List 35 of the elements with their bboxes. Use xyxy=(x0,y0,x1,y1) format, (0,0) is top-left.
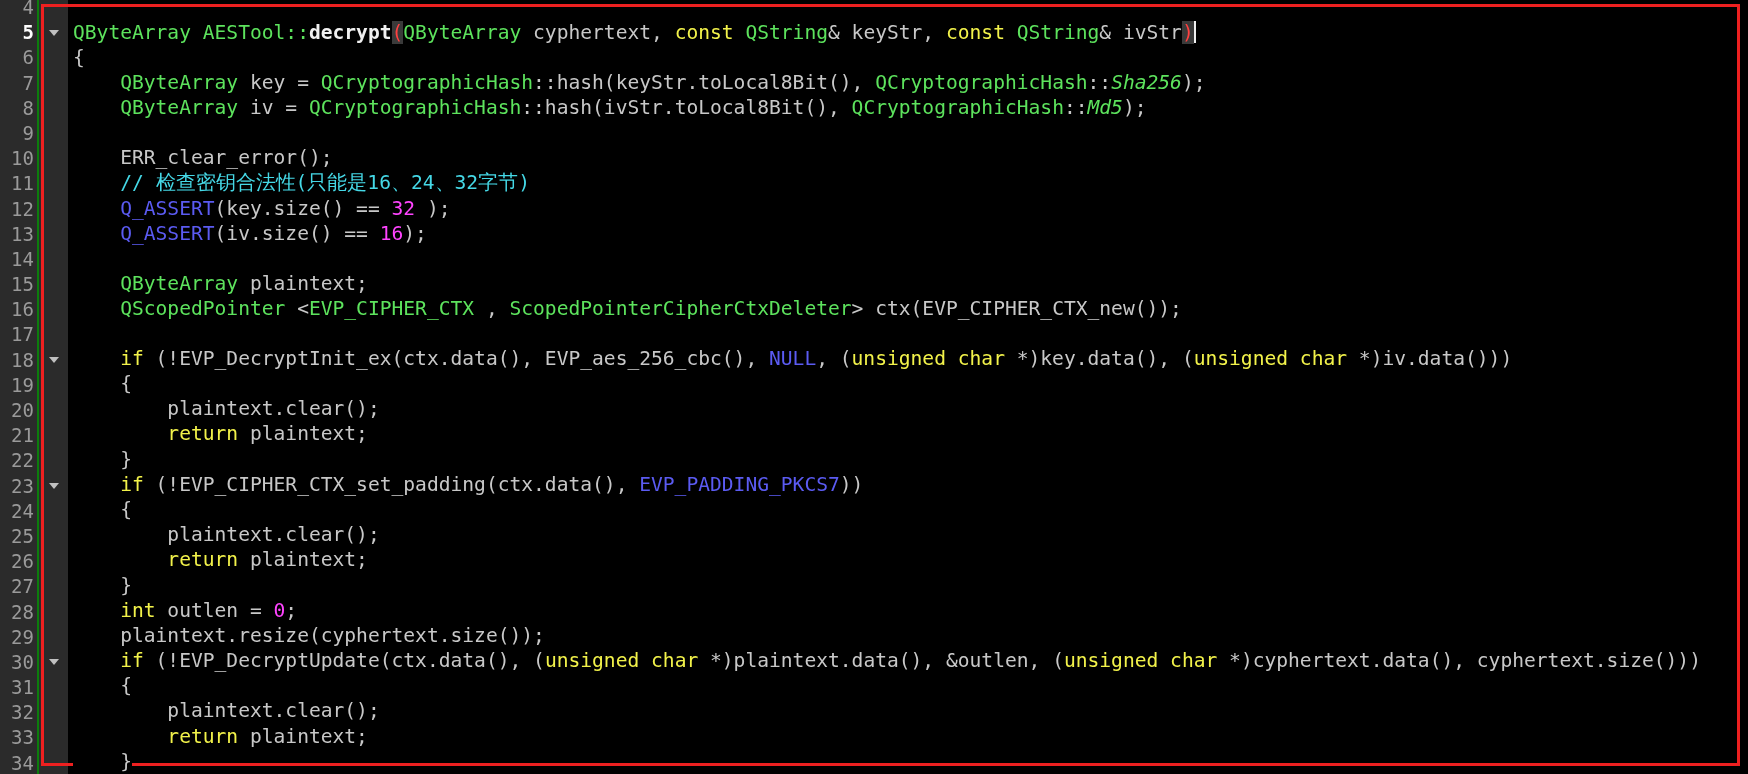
line-number: 26 xyxy=(10,549,35,575)
fold-arrow-icon[interactable] xyxy=(48,483,59,490)
fold-arrow-icon[interactable] xyxy=(48,357,59,364)
line-number: 19 xyxy=(10,372,35,398)
line-number: 30 xyxy=(10,649,35,675)
line-number: 20 xyxy=(10,398,35,423)
line-number: 15 xyxy=(10,272,35,298)
fold-arrow-icon[interactable] xyxy=(48,659,59,666)
fold-arrow-icon[interactable] xyxy=(48,29,59,36)
line-number: 4 xyxy=(21,0,35,20)
line-number: 18 xyxy=(10,347,35,373)
line-number: 31 xyxy=(10,675,35,701)
line-number: 16 xyxy=(10,297,35,323)
line-number: 13 xyxy=(10,221,35,247)
line-number: 7 xyxy=(21,70,35,96)
line-number: 12 xyxy=(10,196,35,222)
line-number: 25 xyxy=(10,523,35,549)
line-number: 22 xyxy=(10,448,35,474)
line-number: 6 xyxy=(21,45,35,71)
line-number: 27 xyxy=(10,574,35,600)
line-number: 8 xyxy=(21,95,35,121)
line-number: 11 xyxy=(10,171,35,197)
line-number: 32 xyxy=(10,700,35,726)
line-number: 28 xyxy=(10,599,35,625)
line-number: 14 xyxy=(10,246,35,272)
line-number: 33 xyxy=(10,725,35,751)
line-number: 29 xyxy=(10,624,35,650)
line-number: 34 xyxy=(10,750,35,774)
line-number: 17 xyxy=(10,322,35,348)
line-number: 9 xyxy=(21,120,35,146)
line-number: 21 xyxy=(10,423,35,449)
line-number: 23 xyxy=(10,473,35,499)
line-number: 24 xyxy=(10,498,35,524)
line-number: 10 xyxy=(10,146,35,172)
line-number: 5 xyxy=(21,20,35,46)
